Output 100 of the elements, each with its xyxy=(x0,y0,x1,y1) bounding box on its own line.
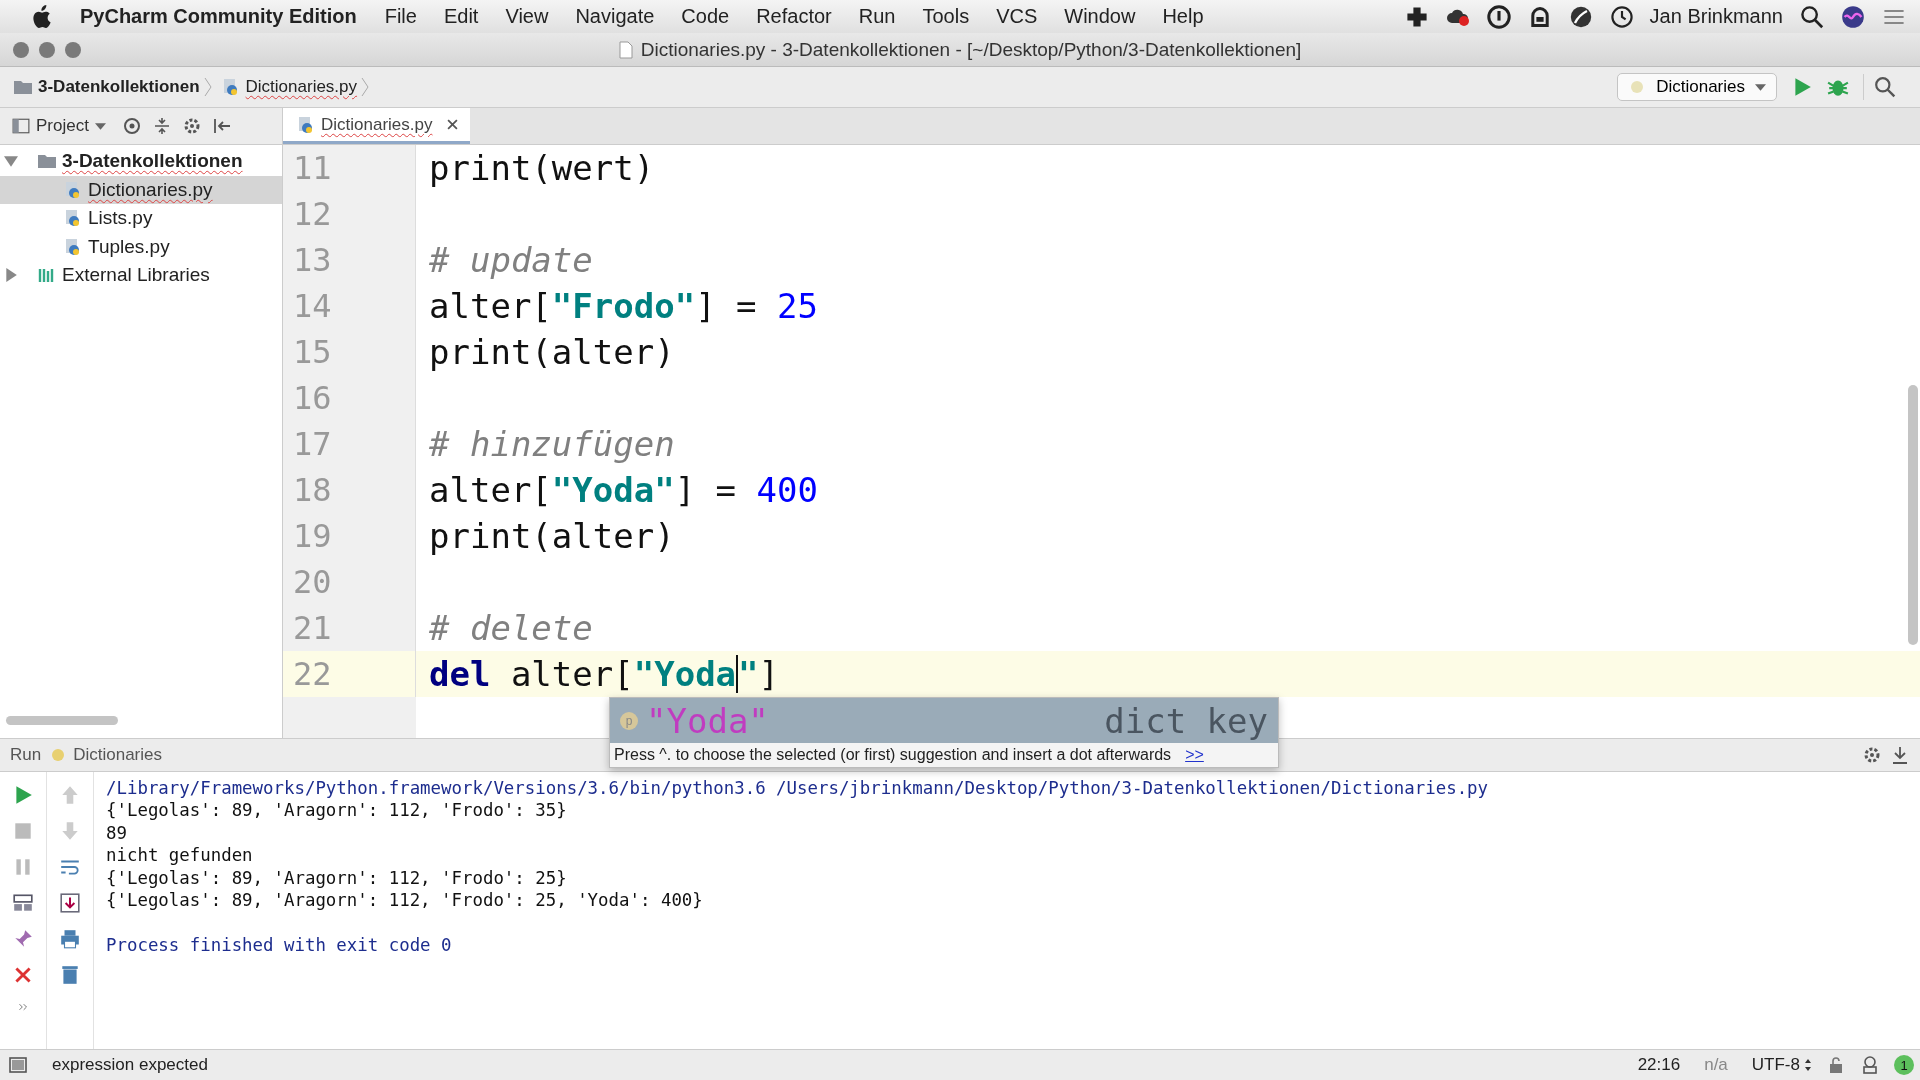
caret-icon xyxy=(94,122,106,130)
clock-icon[interactable] xyxy=(1609,4,1634,29)
script-item[interactable]: Lists.py xyxy=(0,204,282,233)
script-item[interactable]: Dictionaries.py xyxy=(0,175,282,204)
line-number: 22 xyxy=(283,651,416,697)
minimize-button[interactable] xyxy=(39,41,55,58)
menu-item[interactable]: File xyxy=(384,5,417,28)
console-line: nicht gefunden xyxy=(106,845,254,868)
menu-item[interactable]: Code xyxy=(681,5,730,28)
menu-item[interactable]: Window xyxy=(1064,5,1136,28)
console-line: {'Legolas': 89, 'Aragorn': 112, 'Frodo': 35} xyxy=(106,800,568,823)
line-number: 15 xyxy=(283,329,416,375)
code-line: # update xyxy=(429,240,593,280)
trash-icon[interactable] xyxy=(59,964,81,986)
hide-panel-icon[interactable] xyxy=(211,116,232,136)
code-line: print(alter) xyxy=(429,516,675,556)
library-icon xyxy=(38,266,56,285)
menu-item[interactable]: Help xyxy=(1162,5,1204,28)
run-tab[interactable]: Dictionaries xyxy=(49,745,162,765)
close-button[interactable] xyxy=(13,41,29,58)
library-item[interactable]: External Libraries xyxy=(62,264,210,287)
menu-item[interactable]: Navigate xyxy=(575,5,655,28)
line-number: 12 xyxy=(283,191,416,237)
line-number: 11 xyxy=(283,145,416,191)
scroll-end-icon[interactable] xyxy=(59,892,81,914)
print-icon[interactable] xyxy=(59,928,81,950)
run-panel-label: Run xyxy=(10,745,42,765)
menu-item[interactable]: Tools xyxy=(922,5,970,28)
scrollbar-thumb[interactable] xyxy=(1908,385,1918,645)
line-number: 18 xyxy=(283,467,416,513)
layout-icon[interactable] xyxy=(12,892,34,914)
search-icon[interactable] xyxy=(1874,76,1896,98)
python-file-icon xyxy=(64,180,82,199)
menu-item[interactable]: Run xyxy=(858,5,896,28)
line-number: 19 xyxy=(283,513,416,559)
menu-item[interactable]: View xyxy=(505,5,549,28)
menu-item[interactable]: Refactor xyxy=(756,5,832,28)
python-file-icon xyxy=(297,115,315,134)
console-line: {'Legolas': 89, 'Aragorn': 112, 'Frodo': 25} xyxy=(106,867,568,890)
caret-position[interactable]: 22:16 xyxy=(1637,1055,1681,1075)
file-encoding[interactable]: UTF-8 xyxy=(1751,1055,1812,1075)
line-number: 13 xyxy=(283,237,416,283)
code-line: alter["Frodo"] = 25 xyxy=(429,286,818,326)
chevron-icon xyxy=(361,76,370,98)
hint-text: Press ^. to choose the selected (or first) suggestion and insert a dot afterwards xyxy=(614,746,1172,764)
maximize-button[interactable] xyxy=(65,41,81,58)
up-down-icon xyxy=(1804,1058,1812,1072)
settings-icon[interactable] xyxy=(1862,745,1882,765)
console-line: Process finished with exit code 0 xyxy=(106,934,453,957)
file-icon xyxy=(618,40,633,59)
user-name[interactable]: Jan Brinkmann xyxy=(1649,5,1783,28)
editor-tab[interactable]: Dictionaries.py xyxy=(283,108,470,144)
project-view-dropdown[interactable]: Project xyxy=(12,116,106,136)
menu-item[interactable]: VCS xyxy=(996,5,1038,28)
close-icon[interactable] xyxy=(12,964,34,986)
console-line: 89 xyxy=(106,822,128,845)
breadcrumb[interactable]: Dictionaries.py xyxy=(245,77,358,97)
folder-icon xyxy=(14,78,32,96)
breadcrumb[interactable]: 3-Datenkollektionen xyxy=(38,77,200,97)
folder-icon xyxy=(38,152,56,171)
console-line: {'Legolas': 89, 'Aragorn': 112, 'Frodo': 25, 'Yoda': 400} xyxy=(106,889,704,912)
code-line: print(alter) xyxy=(429,332,675,372)
apple-icon[interactable] xyxy=(30,4,52,29)
console-line: /Library/Frameworks/Python.framework/Versions/3.6/bin/python3.6 /Users/jbrinkmann/Desktop/Python/3-Datenkollektionen/Dictionaries.py xyxy=(106,778,1489,800)
line-number: 16 xyxy=(283,375,416,421)
python-file-icon xyxy=(221,78,240,96)
download-icon[interactable] xyxy=(1890,745,1910,765)
expanded-arrow-icon[interactable] xyxy=(4,154,18,169)
suggestion-type: dict key xyxy=(1104,700,1268,741)
line-number: 20 xyxy=(283,559,416,605)
run-configuration-dropdown[interactable]: Dictionaries xyxy=(1617,73,1777,101)
info-icon[interactable] xyxy=(1486,4,1511,29)
menu-item[interactable]: Edit xyxy=(443,5,479,28)
scrollbar-thumb[interactable] xyxy=(6,716,118,725)
search-icon[interactable] xyxy=(1800,4,1824,29)
locate-icon[interactable] xyxy=(121,116,142,136)
notification-badge[interactable]: 1 xyxy=(1894,1055,1914,1075)
close-icon[interactable] xyxy=(446,119,458,130)
python-file-icon xyxy=(64,209,82,228)
more-link[interactable]: >> xyxy=(1185,746,1204,764)
code-line: print(wert) xyxy=(429,148,655,188)
script-item[interactable]: Tuples.py xyxy=(0,232,282,261)
folder-item[interactable]: 3-Datenkollektionen xyxy=(62,150,243,173)
chevron-icon xyxy=(203,76,212,98)
code-line: # hinzufügen xyxy=(429,424,675,464)
code-line: # delete xyxy=(429,608,593,648)
panel-toggle-icon[interactable] xyxy=(8,1055,28,1075)
code-line: alter["Yoda"] = 400 xyxy=(429,470,818,510)
code-line: del alter["Yoda"] xyxy=(429,654,780,694)
window-title: Dictionaries.py - 3-Datenkollektionen - [~/Desktop/Python/3-Datenkollektionen] xyxy=(640,38,1302,61)
caret-icon xyxy=(1755,83,1766,91)
inspector-icon[interactable] xyxy=(1860,1055,1880,1075)
panel-icon xyxy=(12,117,30,135)
app-name[interactable]: PyCharm Community Edition xyxy=(80,5,357,28)
puzzle-icon[interactable] xyxy=(1404,4,1429,29)
collapsed-arrow-icon[interactable] xyxy=(4,268,18,283)
status-message: expression expected xyxy=(52,1055,208,1075)
siri-icon[interactable] xyxy=(1841,4,1865,29)
python-file-icon xyxy=(64,237,82,256)
line-number: 14 xyxy=(283,283,416,329)
